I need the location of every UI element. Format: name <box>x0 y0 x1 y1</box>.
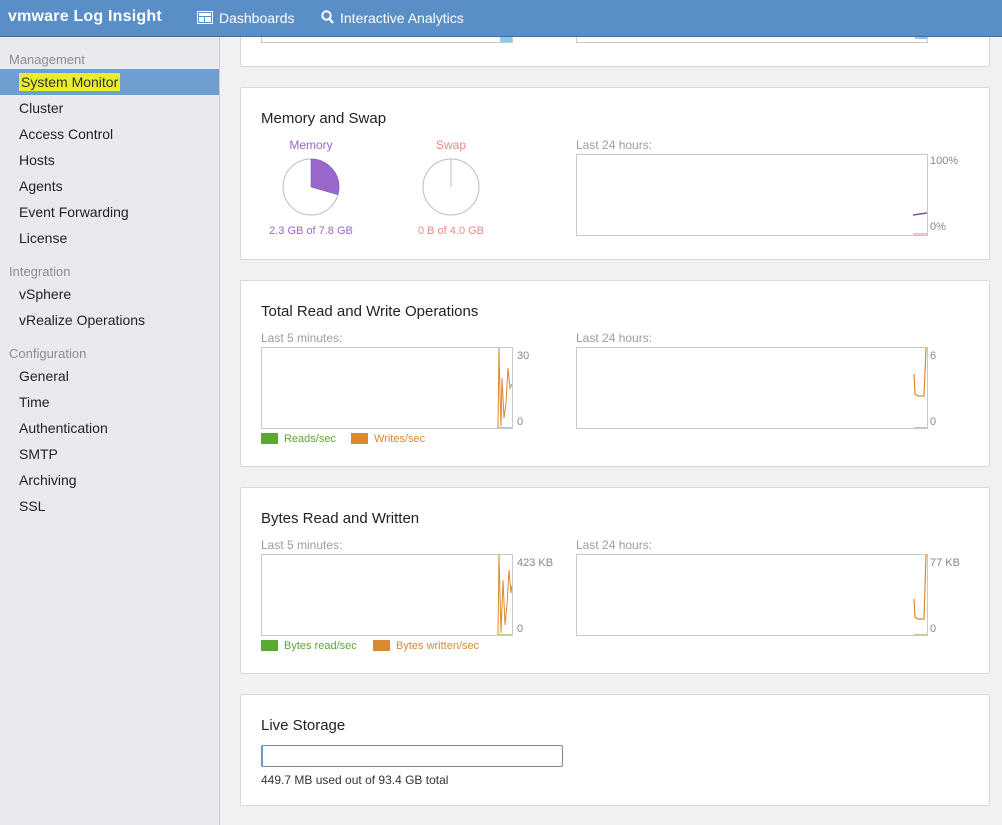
swap-value: 0 B of 4.0 GB <box>417 225 485 237</box>
top-navigation-bar: vmware Log Insight Dashboards Interactiv… <box>0 0 1002 37</box>
sidebar-item-time[interactable]: Time <box>0 389 219 415</box>
swap-pie-label: Swap <box>435 138 467 152</box>
cpu-24h-axis-bottom: 0% <box>931 37 947 40</box>
sidebar-item-license[interactable]: License <box>0 225 219 251</box>
sidebar-item-event-forwarding[interactable]: Event Forwarding <box>0 199 219 225</box>
live-storage-title: Live Storage <box>261 717 346 734</box>
sidebar-item-authentication[interactable]: Authentication <box>0 415 219 441</box>
ops-24h-axis-bottom: 0 <box>930 416 937 428</box>
cpu-5min-fill <box>500 37 512 42</box>
nav-interactive-analytics[interactable]: Interactive Analytics <box>321 0 464 37</box>
main-content[interactable]: 0% 0% Memory and Swap Memory 2.3 GB of 7… <box>220 37 1002 825</box>
sidebar-item-ssl[interactable]: SSL <box>0 493 219 519</box>
sidebar-item-access-control[interactable]: Access Control <box>0 121 219 147</box>
dashboard-icon <box>197 1 213 38</box>
sidebar-item-smtp[interactable]: SMTP <box>0 441 219 467</box>
ops-5min-chart <box>261 347 513 429</box>
sidebar-item-hosts[interactable]: Hosts <box>0 147 219 173</box>
ops-5min-writes-line <box>497 348 512 428</box>
legend-reads-swatch <box>261 433 278 444</box>
app-logo[interactable]: vmware Log Insight <box>8 8 162 26</box>
read-write-ops-title: Total Read and Write Operations <box>261 303 479 320</box>
bytes-24h-axis-bottom: 0 <box>930 623 937 635</box>
memory-axis-bottom: 0% <box>930 221 946 233</box>
sidebar-item-label: System Monitor <box>19 73 121 91</box>
search-icon <box>321 1 334 38</box>
ops-24h-writes-line <box>913 348 927 397</box>
legend-bytes-read-swatch <box>261 640 278 651</box>
bytes-5min-written-line <box>497 555 512 635</box>
bytes-5min-label: Last 5 minutes: <box>261 538 343 552</box>
memory-value: 2.3 GB of 7.8 GB <box>269 225 353 237</box>
ops-5min-axis-top: 30 <box>517 350 530 362</box>
cpu-chart-24h <box>576 37 928 43</box>
sidebar-item-agents[interactable]: Agents <box>0 173 219 199</box>
sidebar-item-cluster[interactable]: Cluster <box>0 95 219 121</box>
swap-pie-chart <box>422 158 480 216</box>
cpu-5min-axis-bottom: 0% <box>517 37 533 40</box>
memory-axis-top: 100% <box>930 155 959 167</box>
nav-interactive-analytics-label: Interactive Analytics <box>340 10 464 26</box>
bytes-5min-chart <box>261 554 513 636</box>
bytes-24h-written-line <box>913 555 927 620</box>
sidebar-item-vsphere[interactable]: vSphere <box>0 281 219 307</box>
storage-summary: 449.7 MB used out of 93.4 GB total <box>261 773 449 787</box>
sidebar-section-management: Management <box>9 52 85 67</box>
bytes-24h-label: Last 24 hours: <box>576 538 653 552</box>
ops-5min-axis-bottom: 0 <box>517 416 524 428</box>
sidebar-section-configuration: Configuration <box>9 346 87 361</box>
bytes-5min-axis-bottom: 0 <box>517 623 524 635</box>
memory-history-label: Last 24 hours: <box>576 138 653 152</box>
storage-usage-bar <box>261 745 563 767</box>
product-name: Log Insight <box>73 8 162 25</box>
ops-24h-chart <box>576 347 928 429</box>
ops-24h-label: Last 24 hours: <box>576 331 653 345</box>
memory-pie-label: Memory <box>289 138 333 152</box>
legend-writes-label: Writes/sec <box>374 433 426 445</box>
sidebar-item-system-monitor[interactable]: System Monitor <box>0 69 219 95</box>
storage-usage-fill <box>262 746 264 766</box>
bytes-5min-axis-top: 423 KB <box>517 557 554 569</box>
nav-dashboards[interactable]: Dashboards <box>197 0 295 37</box>
sidebar: Management System Monitor Cluster Access… <box>0 37 220 825</box>
nav-dashboards-label: Dashboards <box>219 10 295 26</box>
sidebar-section-integration: Integration <box>9 264 71 279</box>
memory-pie-chart <box>282 158 340 216</box>
read-write-ops-card: Total Read and Write Operations Last 5 m… <box>240 280 990 467</box>
legend-writes-swatch <box>351 433 368 444</box>
sidebar-item-archiving[interactable]: Archiving <box>0 467 219 493</box>
legend-bytes-written-swatch <box>373 640 390 651</box>
cpu-chart-5min <box>261 37 513 43</box>
bytes-read-written-card: Bytes Read and Written Last 5 minutes: 4… <box>240 487 990 674</box>
ops-24h-axis-top: 6 <box>930 350 937 362</box>
bytes-title: Bytes Read and Written <box>261 510 420 527</box>
memory-swap-title: Memory and Swap <box>261 110 387 127</box>
cpu-card-partial: 0% 0% <box>240 37 990 67</box>
cpu-24h-line <box>915 37 927 39</box>
bytes-24h-chart <box>576 554 928 636</box>
sidebar-item-vrealize-operations[interactable]: vRealize Operations <box>0 307 219 333</box>
live-storage-card: Live Storage 449.7 MB used out of 93.4 G… <box>240 694 990 806</box>
legend-bytes-written-label: Bytes written/sec <box>396 640 480 652</box>
vmware-logo-text: vmware <box>8 8 69 25</box>
legend-bytes-read-label: Bytes read/sec <box>284 640 357 652</box>
ops-5min-label: Last 5 minutes: <box>261 331 343 345</box>
memory-history-line <box>912 212 927 216</box>
sidebar-item-general[interactable]: General <box>0 363 219 389</box>
legend-reads-label: Reads/sec <box>284 433 336 445</box>
memory-history-chart <box>576 154 928 236</box>
memory-swap-card: Memory and Swap Memory 2.3 GB of 7.8 GB … <box>240 87 990 260</box>
bytes-24h-axis-top: 77 KB <box>930 557 960 569</box>
